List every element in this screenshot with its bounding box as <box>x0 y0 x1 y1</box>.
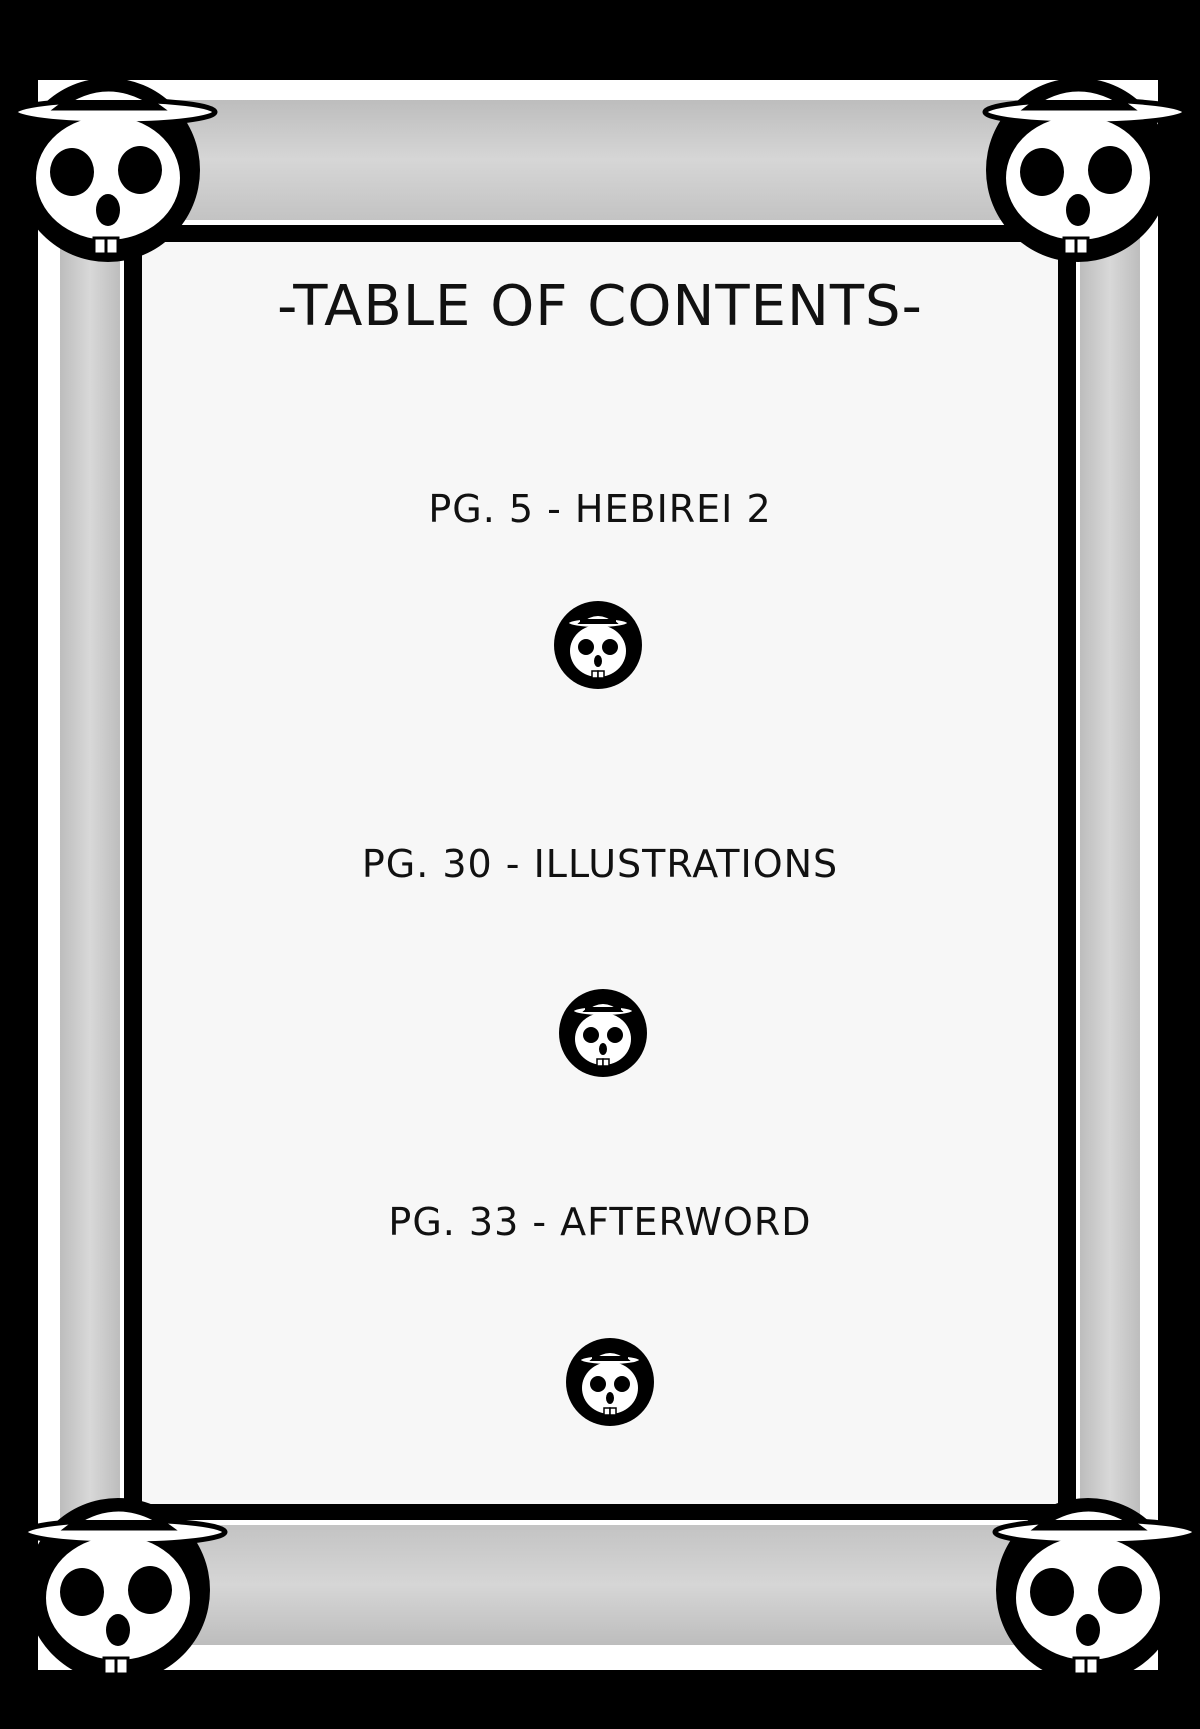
frame-band-top <box>150 100 1050 220</box>
skull-hat-icon <box>980 70 1190 270</box>
skull-hat-icon <box>552 599 644 691</box>
toc-entry: PG. 5 - HEBIREI 2 <box>428 487 772 531</box>
frame-band-right <box>1080 175 1140 1565</box>
skull-hat-icon <box>564 1336 656 1428</box>
frame-band-left <box>60 175 120 1565</box>
skull-hat-icon <box>990 1490 1200 1690</box>
skull-hat-icon <box>557 987 649 1079</box>
toc-entry: PG. 30 - ILLUSTRATIONS <box>361 842 839 886</box>
skull-hat-icon <box>10 70 220 270</box>
toc-page: -TABLE OF CONTENTS- PG. 5 - HEBIREI 2 PG… <box>0 0 1200 1729</box>
page-title: -TABLE OF CONTENTS- <box>277 274 923 339</box>
content-panel: -TABLE OF CONTENTS- PG. 5 - HEBIREI 2 PG… <box>142 242 1058 1504</box>
frame-band-bottom <box>150 1525 1050 1645</box>
toc-entry: PG. 33 - AFTERWORD <box>388 1200 812 1244</box>
skull-hat-icon <box>20 1490 230 1690</box>
